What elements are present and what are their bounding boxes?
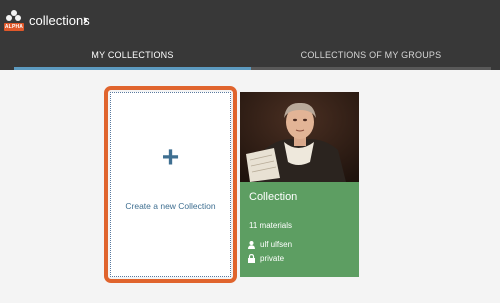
page-title[interactable]: collections — [29, 13, 90, 28]
plus-icon: + — [161, 141, 180, 174]
collection-thumbnail — [240, 92, 359, 182]
app-logo-icon[interactable]: ALPHA — [4, 10, 24, 32]
collection-card[interactable]: Collection 11 materials ulf ulfsen priva… — [240, 92, 359, 277]
tab-collections-of-my-groups[interactable]: COLLECTIONS OF MY GROUPS — [251, 45, 491, 70]
owner-row: ulf ulfsen — [248, 240, 292, 249]
create-collection-label: Create a new Collection — [125, 201, 216, 211]
user-icon — [248, 240, 255, 249]
visibility-label: private — [260, 254, 285, 263]
materials-count: 11 materials — [249, 221, 292, 230]
lock-icon — [248, 254, 255, 263]
tab-my-collections[interactable]: MY COLLECTIONS — [14, 45, 251, 70]
collection-title[interactable]: Collection — [249, 191, 297, 203]
create-collection-card[interactable]: + Create a new Collection — [110, 92, 231, 277]
visibility-row: private — [248, 254, 284, 263]
top-bar: ALPHA collections › — [0, 0, 500, 45]
alpha-badge: ALPHA — [4, 23, 24, 31]
owner-name: ulf ulfsen — [260, 240, 293, 249]
chevron-right-icon[interactable]: › — [83, 11, 88, 27]
tab-bar: MY COLLECTIONS COLLECTIONS OF MY GROUPS — [0, 45, 500, 70]
